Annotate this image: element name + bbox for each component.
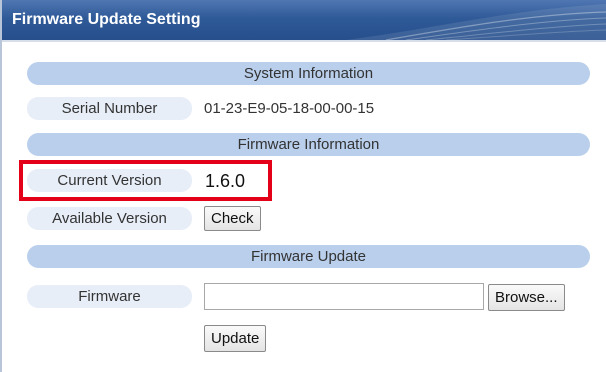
current-version-highlight xyxy=(19,160,272,201)
section-firmware-update: Firmware Update xyxy=(27,245,590,268)
firmware-label: Firmware xyxy=(27,285,192,308)
section-system-information: System Information xyxy=(27,62,590,85)
available-version-label: Available Version xyxy=(27,207,192,230)
firmware-file-input[interactable] xyxy=(204,283,484,310)
firmware-update-panel: Firmware Update Setting System Informati… xyxy=(0,0,606,372)
panel-header: Firmware Update Setting xyxy=(2,0,606,40)
serial-number-label: Serial Number xyxy=(27,97,192,120)
update-button[interactable]: Update xyxy=(204,325,267,352)
check-button[interactable]: Check xyxy=(204,206,261,231)
header-divider xyxy=(2,40,606,42)
header-swoosh-decoration xyxy=(346,4,606,40)
serial-number-value: 01-23-E9-05-18-00-00-15 xyxy=(204,100,375,117)
section-firmware-information: Firmware Information xyxy=(27,133,590,156)
panel-title: Firmware Update Setting xyxy=(12,11,201,28)
browse-button[interactable]: Browse... xyxy=(488,284,565,311)
